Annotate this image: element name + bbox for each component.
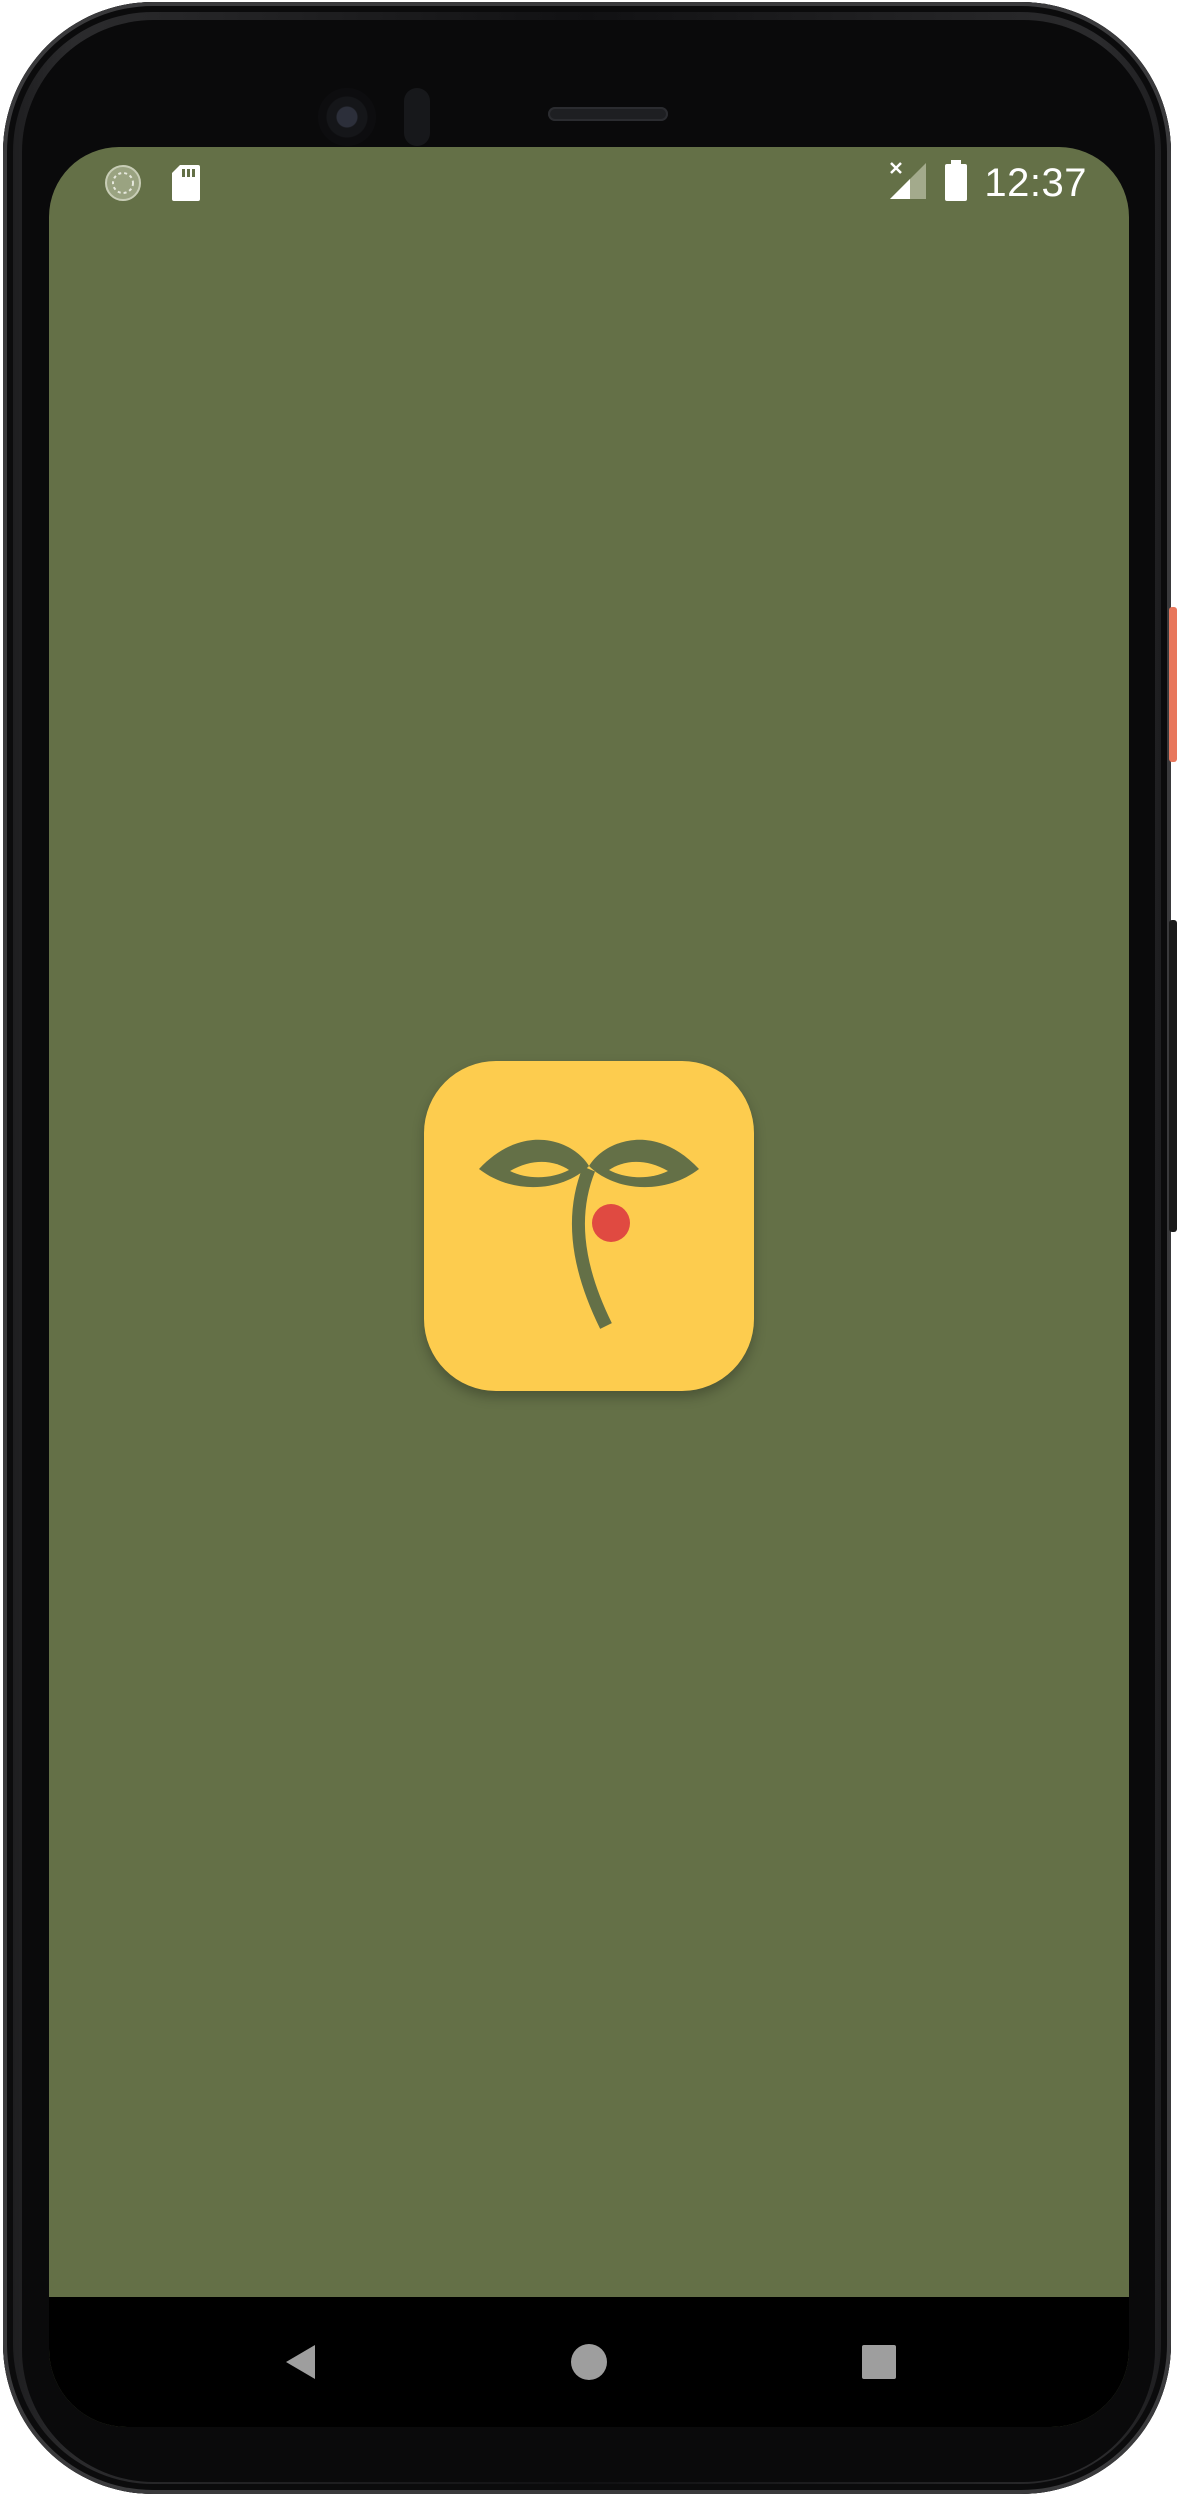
sd-card-icon <box>170 163 202 208</box>
clock: 12:37 <box>984 160 1087 205</box>
proximity-sensor <box>404 88 430 146</box>
home-icon[interactable] <box>557 2330 621 2394</box>
phone-frame: 12:37 <box>3 2 1177 2494</box>
earpiece-speaker <box>548 107 668 121</box>
volume-button <box>1169 920 1177 1232</box>
back-icon[interactable] <box>269 2330 333 2394</box>
signal-off-icon <box>888 161 928 206</box>
status-bar: 12:37 <box>49 147 1129 219</box>
sprout-logo-icon <box>479 1139 699 1329</box>
front-camera <box>318 88 376 146</box>
battery-icon <box>944 159 968 207</box>
navigation-bar <box>49 2297 1129 2427</box>
power-button <box>1169 607 1177 762</box>
media-sync-icon <box>103 163 143 208</box>
splash-screen: 12:37 <box>49 147 1129 2427</box>
app-logo <box>424 1061 754 1391</box>
recents-icon[interactable] <box>847 2330 911 2394</box>
